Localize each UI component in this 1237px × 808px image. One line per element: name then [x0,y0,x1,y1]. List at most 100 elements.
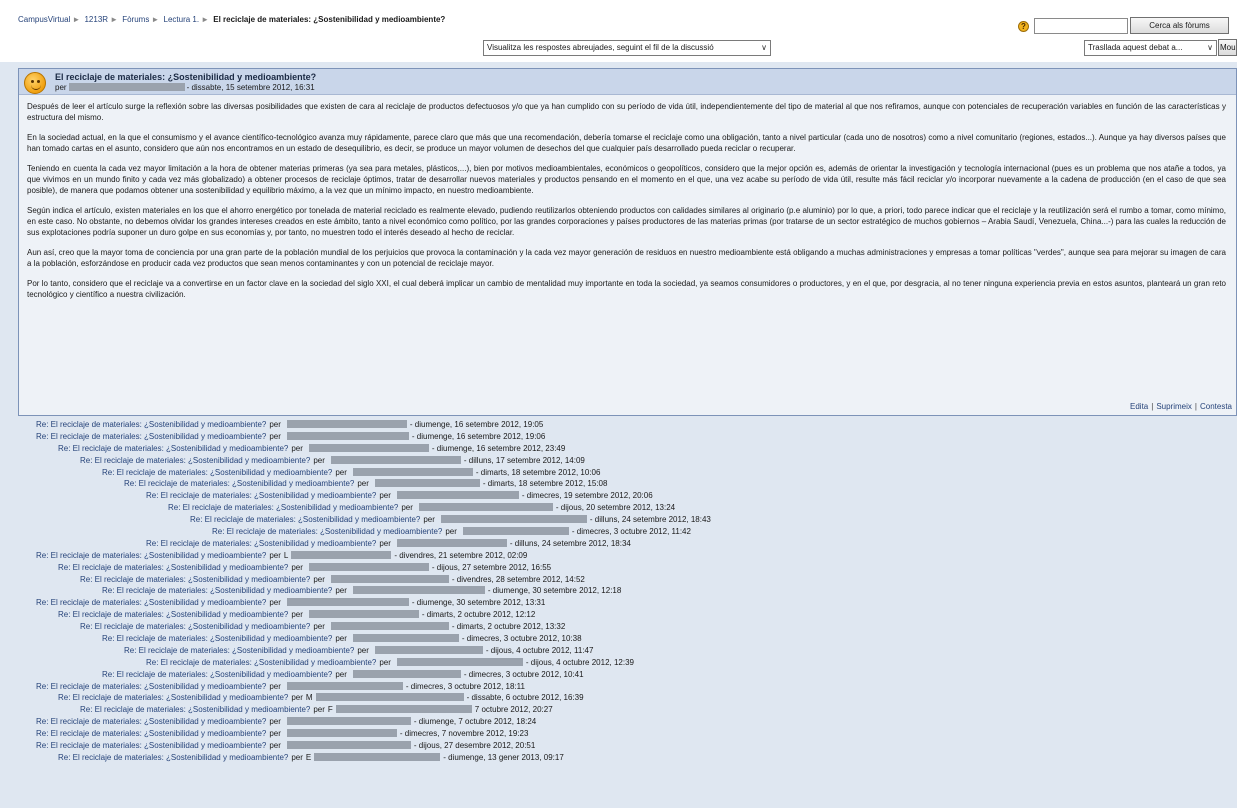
reply-subject-link[interactable]: Re: El reciclaje de materiales: ¿Sosteni… [80,622,310,631]
reply-row[interactable]: Re: El reciclaje de materiales: ¿Sosteni… [0,585,1237,597]
reply-row[interactable]: Re: El reciclaje de materiales: ¿Sosteni… [0,514,1237,526]
reply-subject-link[interactable]: Re: El reciclaje de materiales: ¿Sosteni… [58,753,288,762]
breadcrumb-forum-lectura[interactable]: Lectura 1. [164,15,200,24]
reply-row[interactable]: Re: El reciclaje de materiales: ¿Sosteni… [0,550,1237,562]
reply-row[interactable]: Re: El reciclaje de materiales: ¿Sosteni… [0,431,1237,443]
reply-row[interactable]: Re: El reciclaje de materiales: ¿Sosteni… [0,526,1237,538]
delete-link[interactable]: Suprimeix [1156,402,1192,411]
reply-row[interactable]: Re: El reciclaje de materiales: ¿Sosteni… [0,597,1237,609]
reply-row[interactable]: Re: El reciclaje de materiales: ¿Sosteni… [0,657,1237,669]
reply-subject-link[interactable]: Re: El reciclaje de materiales: ¿Sosteni… [124,479,354,488]
avatar[interactable] [24,72,46,94]
move-button[interactable]: Mou [1218,39,1237,56]
reply-subject-link[interactable]: Re: El reciclaje de materiales: ¿Sosteni… [36,717,266,726]
redacted-author-name[interactable] [286,681,403,690]
redacted-author-name[interactable] [308,610,419,619]
reply-row[interactable]: Re: El reciclaje de materiales: ¿Sosteni… [0,716,1237,728]
reply-subject-link[interactable]: Re: El reciclaje de materiales: ¿Sosteni… [36,729,266,738]
reply-row[interactable]: Re: El reciclaje de materiales: ¿Sosteni… [0,574,1237,586]
reply-row[interactable]: Re: El reciclaje de materiales: ¿Sosteni… [0,669,1237,681]
reply-subject-link[interactable]: Re: El reciclaje de materiales: ¿Sosteni… [58,444,288,453]
reply-subject-link[interactable]: Re: El reciclaje de materiales: ¿Sosteni… [146,658,376,667]
reply-subject-link[interactable]: Re: El reciclaje de materiales: ¿Sosteni… [168,503,398,512]
reply-row[interactable]: Re: El reciclaje de materiales: ¿Sosteni… [0,752,1237,764]
edit-link[interactable]: Edita [1130,402,1148,411]
redacted-author-name[interactable] [352,467,473,476]
reply-subject-link[interactable]: Re: El reciclaje de materiales: ¿Sosteni… [212,527,442,536]
reply-subject-link[interactable]: Re: El reciclaje de materiales: ¿Sosteni… [124,646,354,655]
reply-subject-link[interactable]: Re: El reciclaje de materiales: ¿Sosteni… [58,563,288,572]
reply-subject-link[interactable]: Re: El reciclaje de materiales: ¿Sosteni… [36,682,266,691]
reply-subject-link[interactable]: Re: El reciclaje de materiales: ¿Sosteni… [102,670,332,679]
redacted-author-name[interactable] [308,443,429,452]
redacted-author-name[interactable] [286,717,411,726]
redacted-author-name[interactable] [396,491,519,500]
redacted-author-name[interactable] [286,729,397,738]
reply-row[interactable]: Re: El reciclaje de materiales: ¿Sosteni… [0,478,1237,490]
reply-row[interactable]: Re: El reciclaje de materiales: ¿Sosteni… [0,467,1237,479]
redacted-author-name[interactable] [286,741,411,750]
help-icon[interactable]: ? [1018,21,1029,32]
display-mode-select[interactable]: Visualitza les respostes abreujades, seg… [483,40,771,56]
redacted-author-name[interactable] [330,622,449,631]
reply-row[interactable]: Re: El reciclaje de materiales: ¿Sosteni… [0,645,1237,657]
redacted-author-name[interactable] [374,645,483,654]
redacted-author-name[interactable] [330,455,461,464]
reply-subject-link[interactable]: Re: El reciclaje de materiales: ¿Sosteni… [58,693,288,702]
reply-subject-link[interactable]: Re: El reciclaje de materiales: ¿Sosteni… [80,575,310,584]
reply-subject-link[interactable]: Re: El reciclaje de materiales: ¿Sosteni… [36,432,266,441]
reply-subject-link[interactable]: Re: El reciclaje de materiales: ¿Sosteni… [190,515,420,524]
redacted-author-name[interactable] [286,431,409,440]
reply-row[interactable]: Re: El reciclaje de materiales: ¿Sosteni… [0,621,1237,633]
redacted-author-name[interactable] [374,479,480,488]
redacted-author-name[interactable] [286,420,407,428]
reply-subject-link[interactable]: Re: El reciclaje de materiales: ¿Sosteni… [36,420,266,429]
reply-subject-link[interactable]: Re: El reciclaje de materiales: ¿Sosteni… [102,634,332,643]
redacted-author-name[interactable] [286,598,409,607]
reply-link[interactable]: Contesta [1200,402,1232,411]
breadcrumb-course[interactable]: 1213R [84,15,108,24]
reply-row[interactable]: Re: El reciclaje de materiales: ¿Sosteni… [0,740,1237,752]
reply-row[interactable]: Re: El reciclaje de materiales: ¿Sosteni… [0,692,1237,704]
breadcrumb-campusvirtual[interactable]: CampusVirtual [18,15,70,24]
redacted-author-name[interactable] [315,693,464,702]
reply-row[interactable]: Re: El reciclaje de materiales: ¿Sosteni… [0,681,1237,693]
redacted-author-name[interactable] [352,669,461,678]
search-forums-button[interactable]: Cerca als fòrums [1130,17,1229,34]
reply-row[interactable]: Re: El reciclaje de materiales: ¿Sosteni… [0,455,1237,467]
redacted-author-name[interactable] [291,550,392,559]
redacted-author-name[interactable] [68,83,185,91]
redacted-author-name[interactable] [352,586,485,595]
reply-row[interactable]: Re: El reciclaje de materiales: ¿Sosteni… [0,490,1237,502]
reply-row[interactable]: Re: El reciclaje de materiales: ¿Sosteni… [0,538,1237,550]
redacted-author-name[interactable] [352,634,459,643]
redacted-author-name[interactable] [462,527,569,536]
reply-row[interactable]: Re: El reciclaje de materiales: ¿Sosteni… [0,419,1237,431]
redacted-author-name[interactable] [308,562,429,571]
redacted-author-name[interactable] [440,515,587,524]
reply-subject-link[interactable]: Re: El reciclaje de materiales: ¿Sosteni… [36,551,266,560]
reply-subject-link[interactable]: Re: El reciclaje de materiales: ¿Sosteni… [58,610,288,619]
reply-subject-link[interactable]: Re: El reciclaje de materiales: ¿Sosteni… [36,598,266,607]
reply-subject-link[interactable]: Re: El reciclaje de materiales: ¿Sosteni… [102,586,332,595]
reply-row[interactable]: Re: El reciclaje de materiales: ¿Sosteni… [0,609,1237,621]
reply-subject-link[interactable]: Re: El reciclaje de materiales: ¿Sosteni… [146,539,376,548]
reply-subject-link[interactable]: Re: El reciclaje de materiales: ¿Sosteni… [146,491,376,500]
reply-row[interactable]: Re: El reciclaje de materiales: ¿Sosteni… [0,502,1237,514]
reply-row[interactable]: Re: El reciclaje de materiales: ¿Sosteni… [0,562,1237,574]
redacted-author-name[interactable] [418,503,553,512]
move-discussion-select[interactable]: Trasllada aquest debat a... ∨ [1084,40,1217,56]
redacted-author-name[interactable] [396,657,523,666]
redacted-author-name[interactable] [314,752,441,761]
reply-row[interactable]: Re: El reciclaje de materiales: ¿Sosteni… [0,728,1237,740]
redacted-author-name[interactable] [335,705,472,714]
reply-row[interactable]: Re: El reciclaje de materiales: ¿Sosteni… [0,443,1237,455]
forum-search-input[interactable] [1034,18,1128,34]
reply-subject-link[interactable]: Re: El reciclaje de materiales: ¿Sosteni… [36,741,266,750]
redacted-author-name[interactable] [330,574,449,583]
reply-row[interactable]: Re: El reciclaje de materiales: ¿Sosteni… [0,704,1237,716]
reply-subject-link[interactable]: Re: El reciclaje de materiales: ¿Sosteni… [102,468,332,477]
breadcrumb-forums[interactable]: Fòrums [122,15,149,24]
reply-subject-link[interactable]: Re: El reciclaje de materiales: ¿Sosteni… [80,456,310,465]
redacted-author-name[interactable] [396,538,507,547]
